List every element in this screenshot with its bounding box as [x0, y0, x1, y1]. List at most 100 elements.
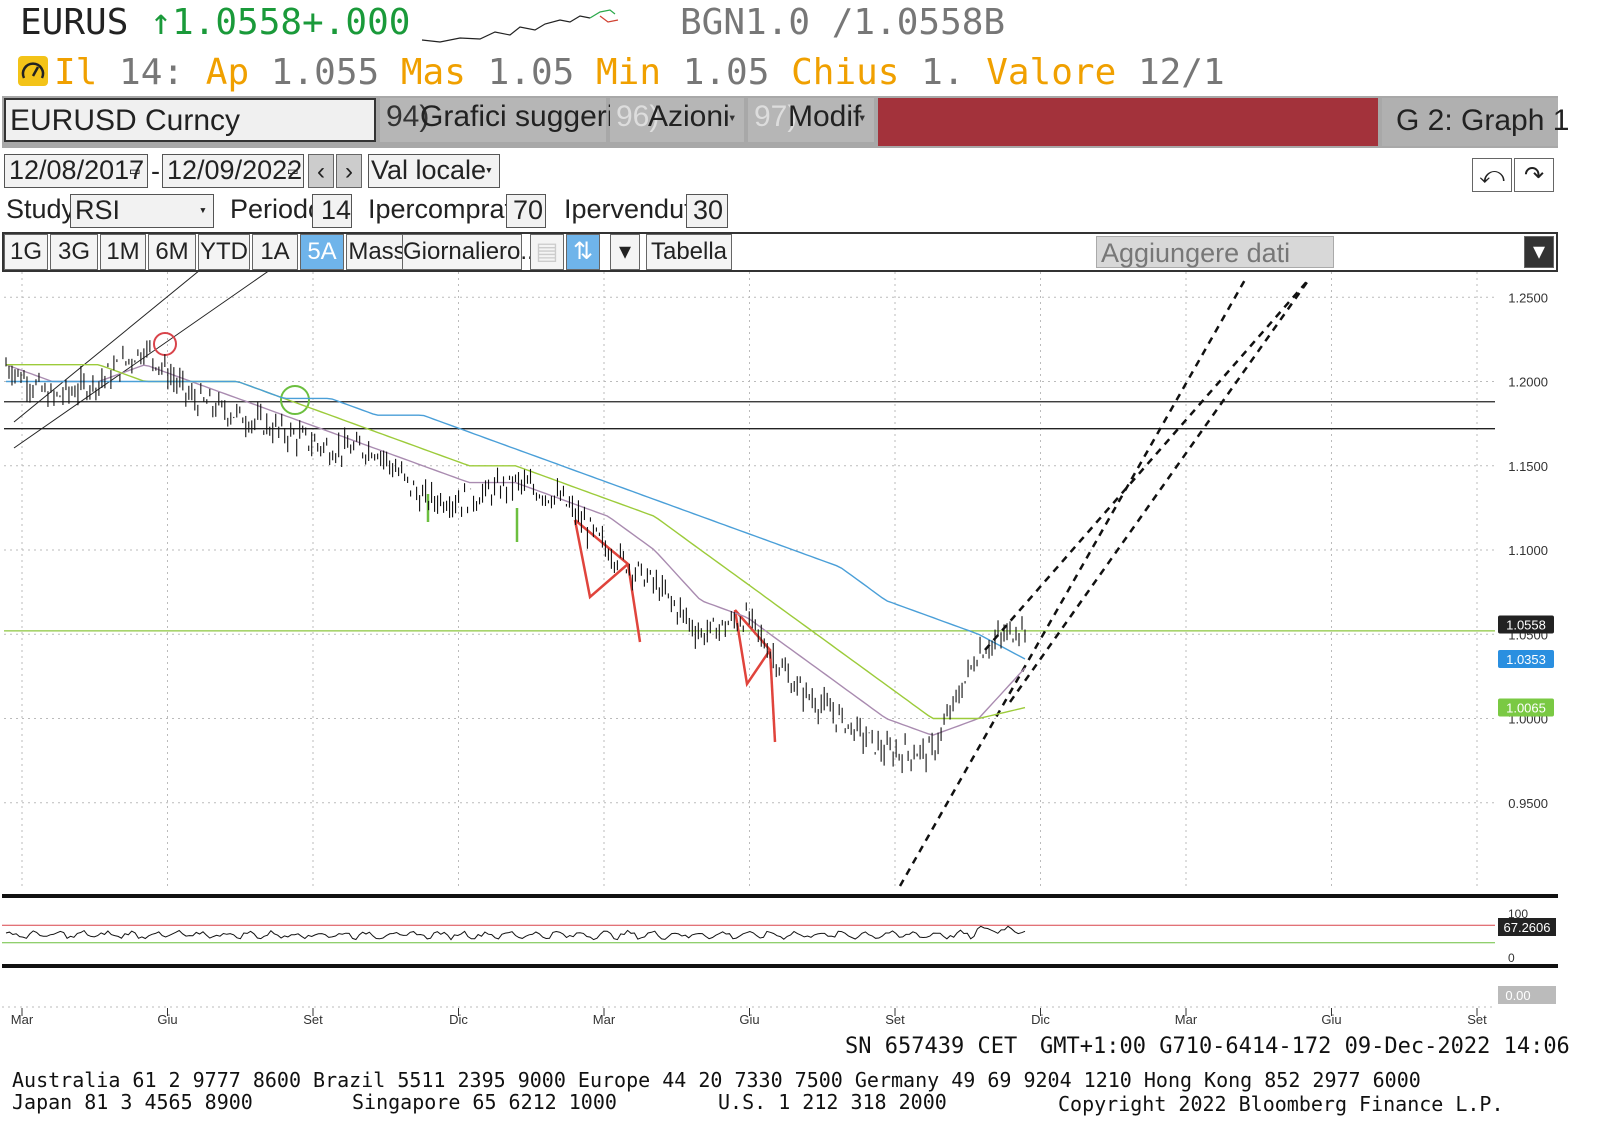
- reversal-circle: [153, 332, 177, 356]
- price-series: [5, 340, 1026, 774]
- rsi-line: [5, 925, 1026, 941]
- table-button[interactable]: Tabella: [646, 234, 732, 270]
- time-axis-ticks: Mar Giu Set Dic Mar Giu Set Dic Mar Giu Set: [11, 1008, 1487, 1027]
- dashed-channel-mid: [1008, 277, 1312, 703]
- price-tag-label: 1.0065: [1506, 701, 1546, 716]
- zero-tag-label: 0.00: [1505, 988, 1530, 1003]
- start-date: 12/08/2017: [9, 155, 145, 185]
- currency-select[interactable]: Val locale ▾: [368, 154, 500, 188]
- graph-selector[interactable]: G 2: Graph 1: [1382, 98, 1569, 146]
- rsi-tick-0: 0: [1508, 951, 1515, 965]
- next-range-button[interactable]: ›: [336, 154, 362, 188]
- period-input[interactable]: 14: [312, 194, 352, 228]
- security-field[interactable]: EURUSD Curncy: [4, 98, 376, 142]
- range-button-3g[interactable]: 3G: [50, 234, 98, 270]
- trendline-upper: [13, 272, 199, 423]
- price-tick-label: 1.1000: [1508, 543, 1548, 558]
- currency-label: Val locale: [371, 155, 487, 185]
- chart-grid: [4, 272, 1495, 887]
- quote-open-label: Ap: [205, 52, 250, 93]
- start-date-input[interactable]: 12/08/2017: [4, 154, 148, 188]
- add-data-input[interactable]: Aggiungere dati: [1096, 236, 1334, 268]
- chevron-down-icon: ▾: [485, 163, 493, 178]
- range-buttons: 1G 3G 1M 6M YTD 1A 5A Mass: [4, 234, 410, 270]
- overbought-input[interactable]: 70: [506, 194, 546, 228]
- price-tag-label: 1.0353: [1506, 652, 1546, 667]
- footer-us: U.S. 1 212 318 2000: [718, 1090, 947, 1114]
- accent-bar: [878, 98, 1378, 146]
- time-tick-label: Set: [885, 1012, 905, 1027]
- sparkline: [421, 9, 619, 43]
- quote-value-value: 12/1: [1137, 52, 1225, 93]
- quote-close-label: Chius: [791, 52, 900, 93]
- time-tick-label: Giu: [739, 1012, 759, 1027]
- calendar-icon[interactable]: ▭: [288, 161, 298, 180]
- range-button-6m[interactable]: 6M: [148, 234, 196, 270]
- quote-low-value: 1.05: [682, 52, 770, 93]
- dashed-channel-upper: [984, 277, 1311, 651]
- study-value: RSI: [75, 195, 121, 225]
- price-arrow-icon: ↑: [150, 2, 172, 43]
- time-tick-label: Set: [1467, 1012, 1487, 1027]
- compare-icon[interactable]: ⇅: [566, 234, 600, 270]
- price-chart: 1.25001.20001.15001.10001.05001.00000.95…: [2, 272, 1558, 1027]
- study-select[interactable]: RSI ▾: [70, 194, 214, 228]
- price-change: 1.0558+.000: [172, 2, 411, 43]
- quote-value-label: Valore: [986, 52, 1117, 93]
- calendar-icon[interactable]: ▭: [130, 161, 140, 180]
- rsi-panel: 100067.26060.00: [2, 894, 1558, 1008]
- source-quote: BGN1.0 /1.0558B: [680, 2, 1006, 43]
- rsi-value-label: 67.2606: [1504, 920, 1551, 935]
- time-tick-label: Mar: [593, 1012, 616, 1027]
- gauge-icon: [18, 56, 48, 86]
- range-button-5a[interactable]: 5A: [300, 234, 344, 270]
- chevron-down-icon[interactable]: ▾: [610, 234, 640, 270]
- add-data-placeholder: Aggiungere dati: [1101, 238, 1291, 268]
- trendline-lower: [13, 272, 268, 449]
- chevron-down-icon: ▾: [728, 110, 737, 126]
- range-button-ytd[interactable]: YTD: [198, 234, 250, 270]
- status-sn: SN 657439 CET: [845, 1034, 1018, 1059]
- moving-average-line: [6, 363, 1026, 720]
- prev-range-button[interactable]: ‹: [308, 154, 334, 188]
- range-button-1m[interactable]: 1M: [100, 234, 146, 270]
- range-button-mass[interactable]: Mass: [346, 234, 408, 270]
- quote-high-value: 1.05: [487, 52, 575, 93]
- actions-menu[interactable]: 96) Azioni ▾: [610, 98, 744, 142]
- edit-label: Modif: [788, 100, 862, 133]
- end-date-input[interactable]: 12/09/2022: [162, 154, 304, 188]
- edit-menu[interactable]: 97) Modif ▾: [748, 98, 874, 142]
- period-label: Periodo: [230, 194, 324, 224]
- time-tick-label: Giu: [157, 1012, 177, 1027]
- oversold-input[interactable]: 30: [686, 194, 728, 228]
- price-tick-label: 1.2500: [1508, 290, 1548, 305]
- overbought-value: 70: [513, 195, 544, 225]
- status-gmt: GMT+1:00 G710-6414-172 09-Dec-2022 14:06: [1040, 1034, 1570, 1059]
- menu-dropdown-icon[interactable]: ▾: [1524, 236, 1554, 268]
- undo-icon[interactable]: ⤺: [1472, 158, 1512, 192]
- ticker-symbol: EURUS: [20, 2, 129, 43]
- price-tags: 1.0558 1.0353 1.0065: [1498, 615, 1554, 717]
- footer-singapore: Singapore 65 6212 1000: [352, 1090, 617, 1114]
- time-tick-label: Dic: [1031, 1012, 1050, 1027]
- quote-il-value: 14:: [119, 52, 185, 93]
- price-tick-label: 0.9500: [1508, 796, 1548, 811]
- redo-icon[interactable]: ↷: [1514, 158, 1554, 192]
- support-circle: [280, 385, 310, 415]
- dashed-channel-lower: [898, 277, 1248, 887]
- range-button-1a[interactable]: 1A: [252, 234, 298, 270]
- chart-type-icon[interactable]: ▤: [530, 234, 564, 270]
- graph-label: G 2: Graph 1: [1396, 104, 1570, 137]
- range-button-1g[interactable]: 1G: [4, 234, 48, 270]
- quote-close-value: 1.: [921, 52, 965, 93]
- end-date: 12/09/2022: [167, 155, 303, 185]
- suggested-charts-button[interactable]: 94) Grafici suggeriti: [380, 98, 628, 142]
- chevron-down-icon: ▾: [199, 203, 207, 218]
- price-tick-label: 1.1500: [1508, 459, 1548, 474]
- quote-high-label: Mas: [400, 52, 466, 93]
- footer-japan: Japan 81 3 4565 8900: [12, 1090, 253, 1114]
- price-tag-label: 1.0558: [1506, 617, 1546, 632]
- frequency-select[interactable]: Giornaliero...: [402, 234, 540, 270]
- moving-average-line: [6, 380, 1026, 660]
- quote-il-label: Il: [54, 52, 98, 93]
